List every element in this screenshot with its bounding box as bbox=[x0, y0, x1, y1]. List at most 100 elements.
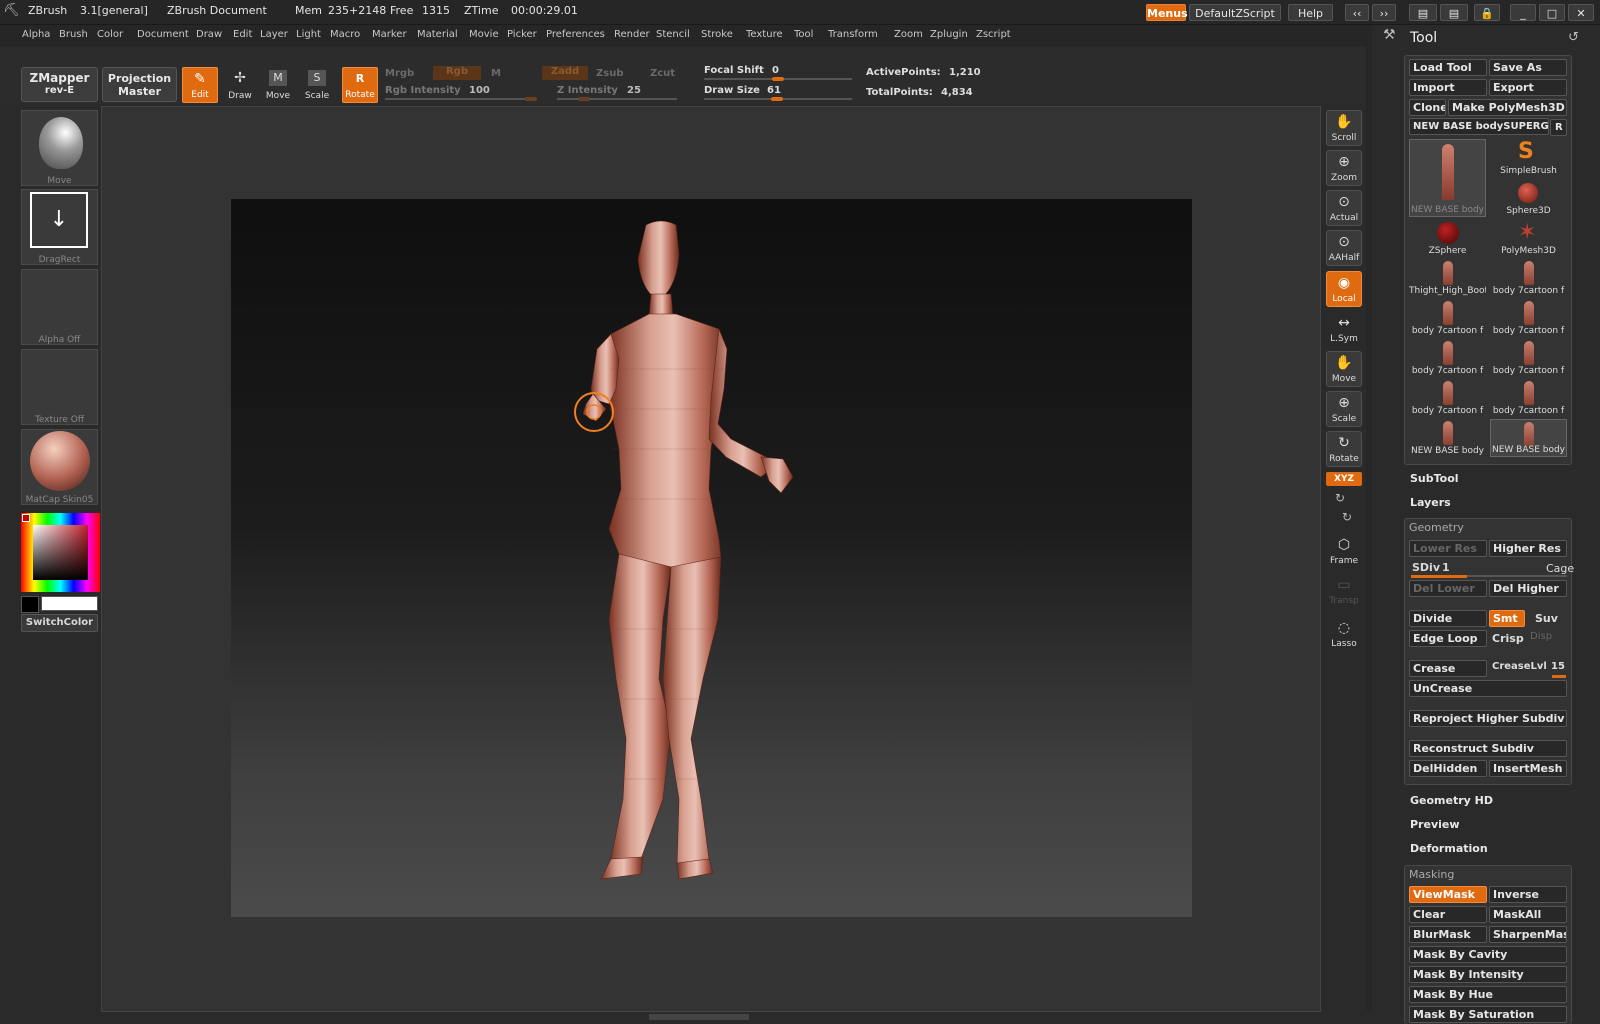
del-lower-button[interactable]: Del Lower bbox=[1409, 580, 1487, 597]
viewmask-button[interactable]: ViewMask bbox=[1409, 886, 1487, 903]
rotate-view-button[interactable]: ↻ Rotate bbox=[1326, 431, 1362, 467]
menu-render[interactable]: Render bbox=[614, 29, 650, 40]
geometry-section[interactable]: Geometry bbox=[1409, 521, 1464, 534]
crease-button[interactable]: Crease bbox=[1409, 660, 1487, 677]
palette-reset-icon[interactable]: ↺ bbox=[1568, 30, 1579, 45]
clear-mask-button[interactable]: Clear bbox=[1409, 906, 1487, 923]
import-button[interactable]: Import bbox=[1409, 79, 1487, 96]
menu-brush[interactable]: Brush bbox=[59, 29, 88, 40]
sdiv-slider[interactable]: SDiv 1 bbox=[1409, 560, 1567, 578]
zmapper-button[interactable]: ZMapper rev-E bbox=[21, 67, 98, 102]
layers-section[interactable]: Layers bbox=[1410, 496, 1451, 509]
figure-model[interactable] bbox=[231, 199, 1192, 917]
del-higher-button[interactable]: Del Higher bbox=[1489, 580, 1567, 597]
layout-left-icon[interactable]: ▤ bbox=[1409, 4, 1437, 21]
menu-material[interactable]: Material bbox=[417, 29, 458, 40]
blurmask-button[interactable]: BlurMask bbox=[1409, 926, 1487, 943]
mask-by-cavity-button[interactable]: Mask By Cavity bbox=[1409, 946, 1567, 963]
z-intensity-slider[interactable] bbox=[557, 98, 677, 100]
frame-button[interactable]: ⬡ Frame bbox=[1326, 533, 1362, 569]
thumb-body[interactable]: body 7cartoon f bbox=[1490, 299, 1567, 337]
layout-right-icon[interactable]: ▤ bbox=[1440, 4, 1468, 21]
edge-loop-button[interactable]: Edge Loop bbox=[1409, 630, 1487, 647]
lock-icon[interactable]: 🔒 bbox=[1474, 4, 1500, 21]
divide-button[interactable]: Divide bbox=[1409, 610, 1487, 627]
default-zscript-button[interactable]: DefaultZScript bbox=[1189, 4, 1281, 21]
zsub-button[interactable]: Zsub bbox=[596, 68, 623, 79]
local-button[interactable]: ◉ Local bbox=[1326, 271, 1362, 307]
menu-movie[interactable]: Movie bbox=[469, 29, 499, 40]
rgb-intensity-knob[interactable] bbox=[525, 97, 537, 101]
lower-res-button[interactable]: Lower Res bbox=[1409, 540, 1487, 557]
menu-macro[interactable]: Macro bbox=[330, 29, 360, 40]
rgb-button[interactable]: Rgb bbox=[433, 66, 481, 80]
mask-by-saturation-button[interactable]: Mask By Saturation bbox=[1409, 1006, 1567, 1023]
transp-button[interactable]: ▭ Transp bbox=[1326, 573, 1362, 609]
subtool-section[interactable]: SubTool bbox=[1410, 472, 1459, 485]
maskall-button[interactable]: MaskAll bbox=[1489, 906, 1567, 923]
maximize-icon[interactable]: □ bbox=[1539, 4, 1565, 21]
lasso-button[interactable]: ◌ Lasso bbox=[1326, 616, 1362, 652]
thumb-body[interactable]: body 7cartoon f bbox=[1409, 339, 1486, 377]
menu-zplugin[interactable]: Zplugin bbox=[930, 29, 968, 40]
zoom-button[interactable]: ⊕ Zoom bbox=[1326, 150, 1362, 186]
draw-size-knob[interactable] bbox=[771, 97, 783, 101]
thumb-sphere3d[interactable]: Sphere3D bbox=[1490, 179, 1567, 217]
higher-res-button[interactable]: Higher Res bbox=[1489, 540, 1567, 557]
move-tool-button[interactable]: M Move bbox=[260, 67, 296, 103]
menu-texture[interactable]: Texture bbox=[746, 29, 783, 40]
shrink-icon[interactable]: ‹‹ bbox=[1345, 4, 1369, 21]
secondary-color-swatch[interactable] bbox=[21, 596, 39, 613]
menu-zoom[interactable]: Zoom bbox=[894, 29, 923, 40]
zbrush-logo-icon[interactable]: ⛏ bbox=[3, 3, 20, 18]
r-button[interactable]: R bbox=[1550, 119, 1567, 136]
menu-alpha[interactable]: Alpha bbox=[22, 29, 50, 40]
menu-stroke[interactable]: Stroke bbox=[701, 29, 733, 40]
crisp-toggle[interactable]: Crisp bbox=[1492, 632, 1524, 645]
expand-icon[interactable]: ›› bbox=[1372, 4, 1396, 21]
texture-slot[interactable]: Texture Off bbox=[21, 349, 98, 425]
clone-button[interactable]: Clone bbox=[1409, 99, 1446, 116]
z-intensity-knob[interactable] bbox=[578, 97, 590, 101]
geometry-hd-section[interactable]: Geometry HD bbox=[1410, 794, 1493, 807]
mask-by-hue-button[interactable]: Mask By Hue bbox=[1409, 986, 1567, 1003]
preview-section[interactable]: Preview bbox=[1410, 818, 1460, 831]
disp-slider[interactable]: Disp bbox=[1530, 631, 1552, 642]
xyz-button[interactable]: XYZ bbox=[1326, 472, 1362, 486]
rotate-z-icon[interactable]: ↻ bbox=[1342, 510, 1352, 524]
switch-color-button[interactable]: SwitchColor bbox=[21, 614, 98, 632]
brush-slot[interactable]: Move bbox=[21, 110, 98, 186]
rotate-y-icon[interactable]: ↻ bbox=[1335, 491, 1345, 505]
thumb-polymesh3d[interactable]: ✶ PolyMesh3D bbox=[1490, 219, 1567, 257]
bottom-scroll-handle[interactable] bbox=[649, 1014, 749, 1020]
crease-level-slider[interactable]: CreaseLvl 15 bbox=[1489, 660, 1567, 678]
current-tool-name[interactable]: NEW BASE bodySUPERGI bbox=[1409, 118, 1549, 135]
focal-shift-knob[interactable] bbox=[772, 77, 784, 81]
load-tool-button[interactable]: Load Tool bbox=[1409, 59, 1487, 76]
mask-by-intensity-button[interactable]: Mask By Intensity bbox=[1409, 966, 1567, 983]
actual-button[interactable]: ⊙ Actual bbox=[1326, 190, 1362, 226]
menu-marker[interactable]: Marker bbox=[372, 29, 407, 40]
rotate-tool-button[interactable]: R Rotate bbox=[342, 67, 378, 103]
mrgb-button[interactable]: Mrgb bbox=[385, 68, 414, 79]
rgb-intensity-slider[interactable] bbox=[385, 98, 537, 100]
menu-zscript[interactable]: Zscript bbox=[976, 29, 1011, 40]
help-button[interactable]: Help bbox=[1288, 4, 1333, 21]
reconstruct-subdiv-button[interactable]: Reconstruct Subdiv bbox=[1409, 740, 1567, 757]
menu-transform[interactable]: Transform bbox=[828, 29, 878, 40]
save-as-button[interactable]: Save As bbox=[1489, 59, 1567, 76]
menu-tool[interactable]: Tool bbox=[794, 29, 813, 40]
zcut-button[interactable]: Zcut bbox=[650, 68, 675, 79]
projection-master-button[interactable]: Projection Master bbox=[102, 67, 177, 102]
lsym-button[interactable]: ↔ L.Sym bbox=[1326, 311, 1362, 347]
menus-button[interactable]: Menus bbox=[1146, 4, 1188, 21]
insertmesh-button[interactable]: InsertMesh bbox=[1489, 760, 1567, 777]
masking-section[interactable]: Masking bbox=[1409, 868, 1454, 881]
thumb-zsphere[interactable]: ZSphere bbox=[1409, 219, 1486, 257]
delhidden-button[interactable]: DelHidden bbox=[1409, 760, 1487, 777]
reproject-higher-subdiv-button[interactable]: Reproject Higher Subdiv bbox=[1409, 710, 1567, 727]
menu-draw[interactable]: Draw bbox=[196, 29, 222, 40]
zadd-button[interactable]: Zadd bbox=[542, 66, 588, 80]
close-icon[interactable]: ✕ bbox=[1568, 4, 1594, 21]
main-color-swatch[interactable] bbox=[41, 596, 98, 611]
